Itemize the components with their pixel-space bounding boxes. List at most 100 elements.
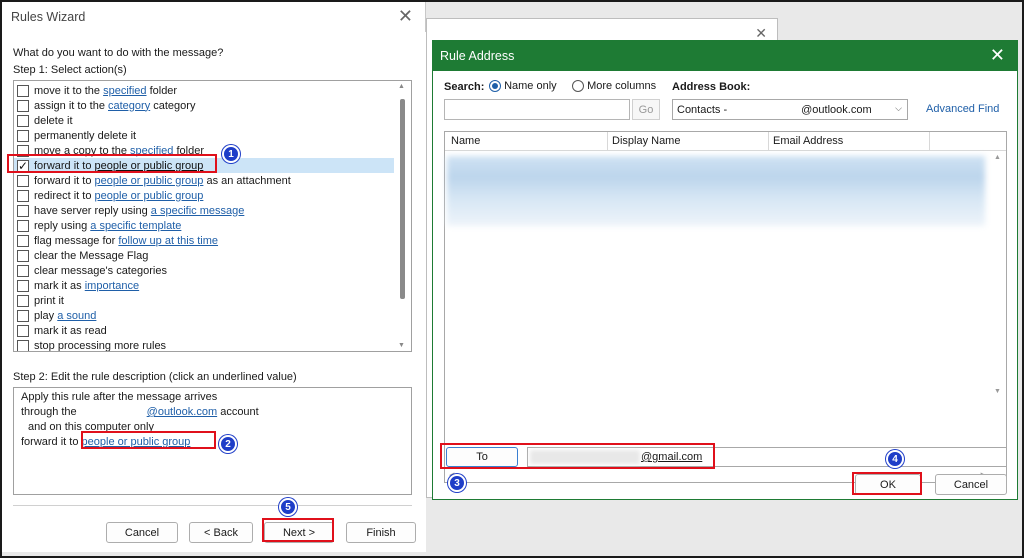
- radio-icon[interactable]: [572, 80, 584, 93]
- chevron-down-icon[interactable]: ⌵: [895, 103, 902, 114]
- people-or-public-group-link[interactable]: people or public group: [82, 436, 191, 448]
- ok-button[interactable]: OK: [855, 474, 921, 495]
- action-text: delete it: [34, 114, 73, 127]
- action-item[interactable]: permanently delete it: [14, 128, 394, 143]
- action-link[interactable]: specified: [130, 145, 173, 157]
- action-item[interactable]: move it to the specified folder: [14, 83, 394, 98]
- to-recipient-field[interactable]: @gmail.com: [527, 447, 1007, 467]
- rule-address-dialog: Rule Address ✕ Search: Name only More co…: [432, 40, 1018, 500]
- cancel-button[interactable]: Cancel: [935, 474, 1007, 495]
- checkbox-icon[interactable]: [17, 189, 29, 202]
- action-link[interactable]: people or public group: [95, 190, 204, 202]
- column-header-email[interactable]: Email Address: [773, 135, 843, 147]
- step2-label: Step 2: Edit the rule description (click…: [13, 371, 297, 383]
- description-text: account: [217, 406, 259, 418]
- scrollbar-thumb[interactable]: [400, 99, 405, 299]
- action-item[interactable]: play a sound: [14, 308, 394, 323]
- action-link[interactable]: a sound: [57, 310, 96, 322]
- close-icon[interactable]: ✕: [990, 45, 1005, 66]
- action-text: assign it to the: [34, 99, 108, 112]
- checkbox-icon[interactable]: [17, 129, 29, 142]
- action-link[interactable]: follow up at this time: [118, 235, 218, 247]
- action-item[interactable]: move a copy to the specified folder: [14, 143, 394, 158]
- list-scrollbar[interactable]: ▲ ▼: [394, 81, 411, 351]
- checkbox-icon[interactable]: [17, 309, 29, 322]
- action-text: folder: [173, 144, 204, 157]
- checkbox-icon[interactable]: [17, 84, 29, 97]
- checkbox-icon[interactable]: [17, 324, 29, 337]
- action-item[interactable]: have server reply using a specific messa…: [14, 203, 394, 218]
- rules-wizard-dialog: Rules Wizard ✕ What do you want to do wi…: [2, 2, 426, 552]
- action-item[interactable]: stop processing more rules: [14, 338, 394, 351]
- checkbox-icon[interactable]: [17, 144, 29, 157]
- checkbox-icon[interactable]: [17, 234, 29, 247]
- action-item[interactable]: mark it as read: [14, 323, 394, 338]
- action-text: reply using: [34, 219, 91, 232]
- radio-more-columns[interactable]: More columns: [572, 80, 656, 93]
- account-link[interactable]: @outlook.com: [147, 406, 217, 418]
- address-book-select[interactable]: Contacts - @outlook.com ⌵: [672, 99, 908, 120]
- column-header-display-name[interactable]: Display Name: [612, 135, 680, 147]
- scroll-down-icon[interactable]: ▼: [398, 342, 405, 349]
- divider: [13, 505, 412, 506]
- search-input[interactable]: [444, 99, 630, 120]
- radio-name-only[interactable]: Name only: [489, 80, 557, 93]
- action-item[interactable]: flag message for follow up at this time: [14, 233, 394, 248]
- action-text: clear the Message Flag: [34, 249, 149, 262]
- go-button[interactable]: Go: [632, 99, 660, 120]
- description-line: and on this computer only: [28, 421, 154, 433]
- finish-button[interactable]: Finish: [346, 522, 416, 543]
- actions-list[interactable]: stop processing more rules mark it as rea…: [13, 80, 412, 352]
- action-item[interactable]: print it: [14, 293, 394, 308]
- next-button[interactable]: Next >: [264, 522, 334, 543]
- recipient-email: @gmail.com: [641, 451, 703, 463]
- rules-wizard-titlebar: Rules Wizard ✕: [2, 2, 425, 32]
- column-header-name[interactable]: Name: [451, 135, 480, 147]
- radio-label: Name only: [504, 80, 557, 92]
- action-text: mark it as read: [34, 324, 107, 337]
- vertical-scrollbar[interactable]: ▲ ▼: [991, 152, 1005, 397]
- scroll-up-icon[interactable]: ▲: [398, 83, 405, 90]
- checkbox-icon[interactable]: [17, 174, 29, 187]
- action-link[interactable]: category: [108, 100, 150, 112]
- back-button[interactable]: < Back: [189, 522, 253, 543]
- step-badge-4: 4: [886, 450, 904, 468]
- checkbox-icon[interactable]: [17, 264, 29, 277]
- action-link[interactable]: people or public group: [95, 175, 204, 187]
- action-link[interactable]: a specific message: [151, 205, 245, 217]
- action-link[interactable]: people or public group: [95, 160, 204, 172]
- step-badge-2: 2: [219, 435, 237, 453]
- action-item[interactable]: clear message's categories: [14, 263, 394, 278]
- action-link[interactable]: a specific template: [90, 220, 181, 232]
- action-item[interactable]: clear the Message Flag: [14, 248, 394, 263]
- cancel-button[interactable]: Cancel: [106, 522, 178, 543]
- checkbox-icon[interactable]: [17, 294, 29, 307]
- radio-selected-icon[interactable]: [489, 80, 501, 93]
- scroll-up-icon[interactable]: ▲: [994, 154, 1001, 161]
- checkbox-icon[interactable]: [17, 339, 29, 351]
- to-button[interactable]: To: [446, 447, 518, 467]
- action-item[interactable]: assign it to the category category: [14, 98, 394, 113]
- action-item[interactable]: reply using a specific template: [14, 218, 394, 233]
- action-link[interactable]: importance: [85, 280, 139, 292]
- step-badge-5: 5: [279, 498, 297, 516]
- checkbox-icon[interactable]: [17, 204, 29, 217]
- advanced-find-link[interactable]: Advanced Find: [926, 103, 999, 115]
- checkbox-icon[interactable]: [17, 279, 29, 292]
- close-icon[interactable]: ✕: [398, 6, 413, 27]
- action-item[interactable]: forward it to people or public group: [14, 158, 394, 173]
- rule-address-body: Search: Name only More columns Address B…: [433, 71, 1017, 499]
- checkbox-icon[interactable]: [17, 219, 29, 232]
- address-list[interactable]: Name Display Name Email Address ▲ ▼ ◀ ▶: [444, 131, 1007, 483]
- action-item[interactable]: mark it as importance: [14, 278, 394, 293]
- action-item[interactable]: delete it: [14, 113, 394, 128]
- action-item[interactable]: redirect it to people or public group: [14, 188, 394, 203]
- checkbox-icon[interactable]: [17, 249, 29, 262]
- action-text: permanently delete it: [34, 129, 137, 142]
- scroll-down-icon[interactable]: ▼: [994, 388, 1001, 395]
- checkbox-icon[interactable]: [17, 114, 29, 127]
- checkbox-checked-icon[interactable]: [17, 159, 29, 172]
- action-link[interactable]: specified: [103, 85, 146, 97]
- checkbox-icon[interactable]: [17, 99, 29, 112]
- action-item[interactable]: forward it to people or public group as …: [14, 173, 394, 188]
